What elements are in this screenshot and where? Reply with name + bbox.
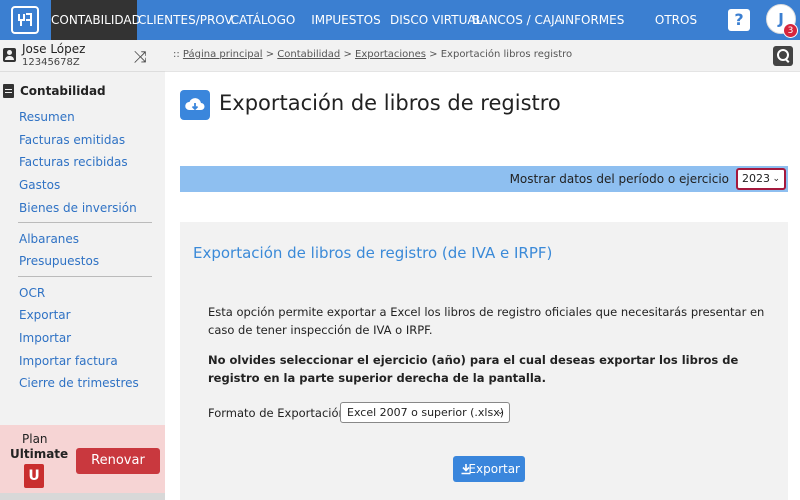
sidebar-item-exportar[interactable]: Exportar xyxy=(19,308,71,322)
sidebar-section-header: Contabilidad xyxy=(0,82,165,102)
help-icon[interactable]: ? xyxy=(728,9,750,31)
plan-badge-icon: U xyxy=(24,464,44,488)
top-navigation: CONTABILIDAD CLIENTES/PROV. CATÁLOGO IMP… xyxy=(0,0,800,40)
breadcrumb-link-home[interactable]: Página principal xyxy=(183,49,263,60)
sidebar-item-facturas-recibidas[interactable]: Facturas recibidas xyxy=(19,155,128,169)
plan-box: Plan Ultimate U Renovar xyxy=(0,425,165,493)
breadcrumb-current: Exportación libros registro xyxy=(440,49,573,60)
format-label: Formato de Exportación: xyxy=(208,406,350,420)
breadcrumb-bar: :: Página principal > Contabilidad > Exp… xyxy=(165,40,800,72)
app-logo[interactable] xyxy=(0,0,50,40)
breadcrumb-link-contabilidad[interactable]: Contabilidad xyxy=(277,49,340,60)
sidebar-item-facturas-emitidas[interactable]: Facturas emitidas xyxy=(19,133,125,147)
sidebar-item-ocr[interactable]: OCR xyxy=(19,286,45,300)
user-card-icon xyxy=(3,48,16,62)
sidebar-item-importar-factura[interactable]: Importar factura xyxy=(19,354,118,368)
breadcrumb: :: Página principal > Contabilidad > Exp… xyxy=(173,49,572,60)
export-button-label: Exportar xyxy=(468,462,520,476)
nav-impuestos[interactable]: IMPUESTOS xyxy=(310,0,382,40)
page-title: Exportación de libros de registro xyxy=(219,91,561,115)
sidebar-divider xyxy=(18,276,152,277)
sidebar-item-presupuestos[interactable]: Presupuestos xyxy=(19,254,99,268)
year-select[interactable]: 2023 ⌄ xyxy=(736,168,786,190)
logo-glyph xyxy=(18,13,32,26)
year-value: 2023 xyxy=(742,172,770,185)
logo-icon xyxy=(11,6,39,34)
panel-title: Exportación de libros de registro (de IV… xyxy=(193,244,553,262)
user-name: Jose López xyxy=(22,42,86,56)
breadcrumb-separator: > xyxy=(262,49,278,60)
period-bar: Mostrar datos del período o ejercicio 20… xyxy=(180,166,788,192)
nav-contabilidad[interactable]: CONTABILIDAD xyxy=(51,0,141,40)
sidebar-item-bienes-inversion[interactable]: Bienes de inversión xyxy=(19,201,137,215)
sidebar-divider xyxy=(18,222,152,223)
sidebar-section-label: Contabilidad xyxy=(20,84,106,98)
sidebar-footer xyxy=(0,493,165,500)
chevron-down-icon: ⌄ xyxy=(496,407,504,417)
plan-name: Ultimate xyxy=(10,447,69,461)
sidebar-item-albaranes[interactable]: Albaranes xyxy=(19,232,79,246)
panel-note: No olvides seleccionar el ejercicio (año… xyxy=(208,353,739,385)
cloud-download-icon xyxy=(180,90,210,120)
chevron-down-icon: ⌄ xyxy=(772,174,780,184)
sidebar-item-importar[interactable]: Importar xyxy=(19,331,71,345)
search-icon[interactable] xyxy=(773,46,793,66)
breadcrumb-separator: > xyxy=(425,49,441,60)
format-value: Excel 2007 o superior (.xlsx) xyxy=(347,406,505,419)
breadcrumb-separator: > xyxy=(340,49,356,60)
nav-catalogo[interactable]: CATÁLOGO xyxy=(228,0,298,40)
nav-informes[interactable]: INFORMES xyxy=(560,0,626,40)
renew-button[interactable]: Renovar xyxy=(76,448,160,474)
nav-otros[interactable]: OTROS xyxy=(650,0,702,40)
breadcrumb-prefix: :: xyxy=(173,49,183,60)
plan-label: Plan xyxy=(22,432,48,446)
period-label: Mostrar datos del período o ejercicio xyxy=(509,172,729,186)
format-select[interactable]: Excel 2007 o superior (.xlsx) ⌄ xyxy=(340,402,510,423)
user-id: 12345678Z xyxy=(22,57,80,68)
switch-company-icon[interactable]: ⤨ xyxy=(134,47,147,67)
export-button[interactable]: Exportar xyxy=(453,456,525,482)
sidebar-item-resumen[interactable]: Resumen xyxy=(19,110,75,124)
document-icon xyxy=(3,84,14,98)
panel-description: Esta opción permite exportar a Excel los… xyxy=(208,305,765,337)
sidebar: Jose López 12345678Z ⤨ Contabilidad Resu… xyxy=(0,40,165,500)
export-panel: Exportación de libros de registro (de IV… xyxy=(180,222,788,500)
breadcrumb-link-exportaciones[interactable]: Exportaciones xyxy=(355,49,426,60)
sidebar-item-gastos[interactable]: Gastos xyxy=(19,178,60,192)
download-icon xyxy=(461,464,471,475)
cloud-download-glyph xyxy=(185,98,205,111)
user-info: Jose López 12345678Z ⤨ xyxy=(0,40,165,72)
nav-bancos-caja[interactable]: BANCOS / CAJA xyxy=(472,0,563,40)
notification-badge: 3 xyxy=(783,23,798,38)
nav-clientes-prov[interactable]: CLIENTES/PROV. xyxy=(138,0,235,40)
nav-disco-virtual[interactable]: DISCO VIRTUAL xyxy=(390,0,482,40)
sidebar-item-cierre-trimestres[interactable]: Cierre de trimestres xyxy=(19,376,139,390)
